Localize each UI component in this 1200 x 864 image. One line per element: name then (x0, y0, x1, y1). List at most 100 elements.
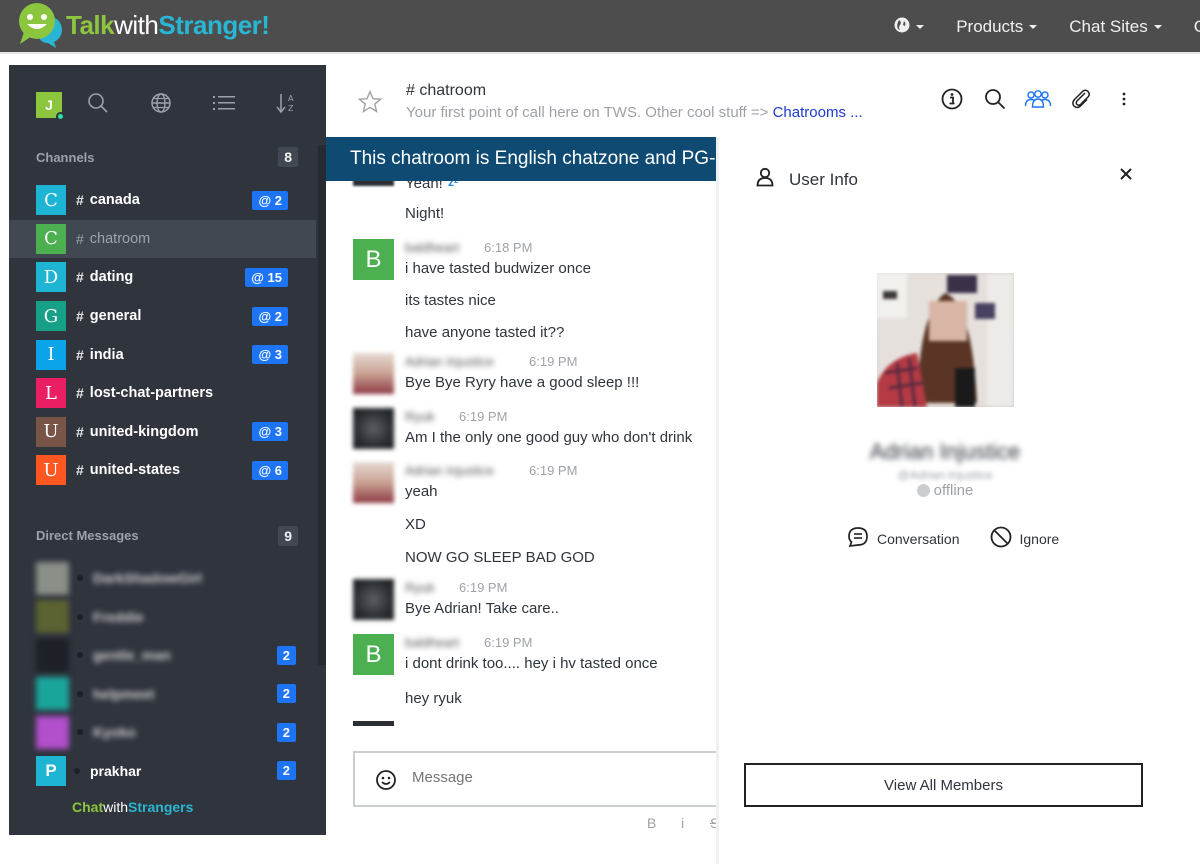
site-logo-text: TalkwithStranger! (66, 9, 270, 41)
room-announcement-banner[interactable]: This chatroom is English chatzone and PG… (326, 137, 716, 181)
sidebar-channel-general[interactable]: G # general @ 2 (9, 297, 326, 336)
language-dropdown[interactable] (894, 17, 925, 38)
message-username[interactable]: Ryuk (405, 409, 435, 424)
message-avatar[interactable] (353, 353, 394, 394)
message-text: i have tasted budwizer once (405, 260, 591, 277)
room-files-button[interactable] (1063, 88, 1099, 114)
hash-icon: # (76, 462, 84, 479)
message-avatar[interactable] (353, 181, 394, 186)
products-dropdown[interactable]: Products (956, 17, 1038, 37)
sidebar-direct-message[interactable]: DarkShadowGirl (9, 559, 326, 598)
message-avatar[interactable] (353, 408, 394, 449)
search-icon (87, 92, 109, 119)
message-text: have anyone tasted it?? (405, 324, 565, 341)
message-timestamp: 6:19 PM (529, 354, 578, 369)
online-status-dot (56, 112, 65, 121)
truncated-nav-label: C (1193, 17, 1200, 36)
hash-icon: # (76, 346, 84, 363)
sidebar-channel-united-states[interactable]: U # united-states @ 6 (9, 451, 326, 490)
sidebar-direct-message[interactable]: Pprakhar 2 (9, 751, 326, 790)
footer-logo-strangers: Strangers (128, 799, 194, 815)
direct-message-list: DarkShadowGirl Freddie gentle_man 2 helpmeet… (9, 559, 326, 790)
chat-sites-dropdown[interactable]: Chat Sites (1069, 17, 1162, 37)
kebab-menu-icon (1121, 91, 1127, 111)
presence-dot (74, 767, 80, 774)
ignore-icon (990, 526, 1012, 551)
message-text: hey ryuk (405, 690, 462, 707)
channel-avatar: C (36, 223, 66, 254)
room-more-button[interactable] (1106, 88, 1142, 114)
message-username[interactable]: Adrian Injustice (405, 463, 494, 478)
search-icon (984, 88, 1006, 114)
message-text: NOW GO SLEEP BAD GOD (405, 549, 595, 566)
logo-part-talk: Talk (66, 9, 115, 40)
ignore-button[interactable]: Ignore (982, 526, 1059, 551)
site-logo[interactable]: TalkwithStranger! (16, 2, 270, 48)
channels-label: Channels (36, 149, 95, 165)
message-avatar[interactable]: B (353, 634, 394, 675)
sidebar-channel-india[interactable]: I # india @ 3 (9, 335, 326, 374)
dm-avatar (36, 561, 69, 595)
sidebar-channel-lost-chat-partners[interactable]: L # lost-chat-partners (9, 374, 326, 413)
sidebar-search-button[interactable] (85, 92, 111, 118)
mention-badge: @ 15 (245, 267, 288, 287)
message-avatar[interactable] (353, 579, 394, 620)
smiley-chat-logo-icon (16, 2, 64, 48)
globe-icon (150, 92, 172, 119)
channel-avatar: G (36, 301, 66, 332)
info-icon (941, 88, 963, 114)
sidebar-view-mode-button[interactable] (211, 92, 237, 118)
message-avatar[interactable] (353, 462, 394, 503)
message-username[interactable]: Adrian Injustice (405, 354, 494, 369)
user-status-text: offline (933, 482, 974, 499)
sidebar-direct-message[interactable]: Freddie (9, 597, 326, 636)
mention-badge: @ 2 (252, 306, 288, 326)
message-username[interactable]: baldheart (405, 240, 459, 255)
sidebar-channel-chatroom[interactable]: C # chatroom (9, 219, 316, 259)
sidebar-direct-message[interactable]: gentle_man 2 (9, 636, 326, 675)
conversation-icon (847, 526, 869, 551)
channel-avatar: I (36, 339, 66, 370)
emoji-picker-button[interactable] (375, 769, 397, 795)
channels-section-header: Channels 8 (9, 145, 326, 169)
sidebar-directory-button[interactable] (148, 92, 174, 118)
format-italic-button[interactable]: i (681, 815, 684, 831)
message-input[interactable] (412, 769, 712, 786)
message-avatar[interactable]: B (353, 239, 394, 280)
sidebar-sort-button[interactable]: AZ (273, 92, 299, 118)
top-navbar: TalkwithStranger! Products Chat Sites C (0, 0, 1200, 54)
nav-item-truncated[interactable]: C (1194, 17, 1200, 37)
room-members-button[interactable] (1020, 88, 1056, 114)
unread-badge: 2 (276, 722, 296, 742)
sidebar-scrollbar[interactable] (318, 145, 326, 665)
view-all-members-button[interactable]: View All Members (744, 763, 1143, 807)
sidebar-channel-dating[interactable]: D # dating @ 15 (9, 258, 326, 297)
sidebar-direct-message[interactable]: Kyoko 2 (9, 713, 326, 752)
conversation-button[interactable]: Conversation (839, 526, 960, 551)
sidebar-channel-united-kingdom[interactable]: U # united-kingdom @ 3 (9, 413, 326, 452)
close-user-info-button[interactable] (1119, 165, 1133, 186)
current-user-avatar[interactable]: J (36, 92, 65, 121)
hash-icon: # (76, 423, 84, 440)
sidebar-channel-canada[interactable]: C # canada @ 2 (9, 181, 326, 220)
room-topic-link[interactable]: Chatrooms ... (773, 104, 863, 121)
message-avatar[interactable] (353, 721, 394, 726)
sidebar-toolbar: J AZ (9, 65, 326, 145)
message-username[interactable]: Ryuk (405, 580, 435, 595)
top-nav-menu: Products Chat Sites C (894, 0, 1200, 54)
message-username[interactable]: baldheart (405, 635, 459, 650)
message-text: yeah (405, 483, 438, 500)
room-header-actions (934, 88, 1149, 114)
room-search-button[interactable] (977, 88, 1013, 114)
channel-avatar: L (36, 378, 66, 409)
star-icon (357, 89, 383, 119)
format-bold-button[interactable]: B (647, 815, 656, 831)
channel-name: united-states (89, 462, 181, 479)
favorite-room-button[interactable] (357, 89, 383, 119)
unread-badge: 2 (276, 645, 296, 665)
sidebar-direct-message[interactable]: helpmeet 2 (9, 674, 326, 713)
room-info-button[interactable] (934, 88, 970, 114)
message-text: Bye Adrian! Take care.. (405, 600, 559, 617)
direct-messages-count-badge: 9 (278, 525, 298, 546)
sidebar-footer-logo[interactable]: ChatwithStrangers (72, 799, 193, 815)
